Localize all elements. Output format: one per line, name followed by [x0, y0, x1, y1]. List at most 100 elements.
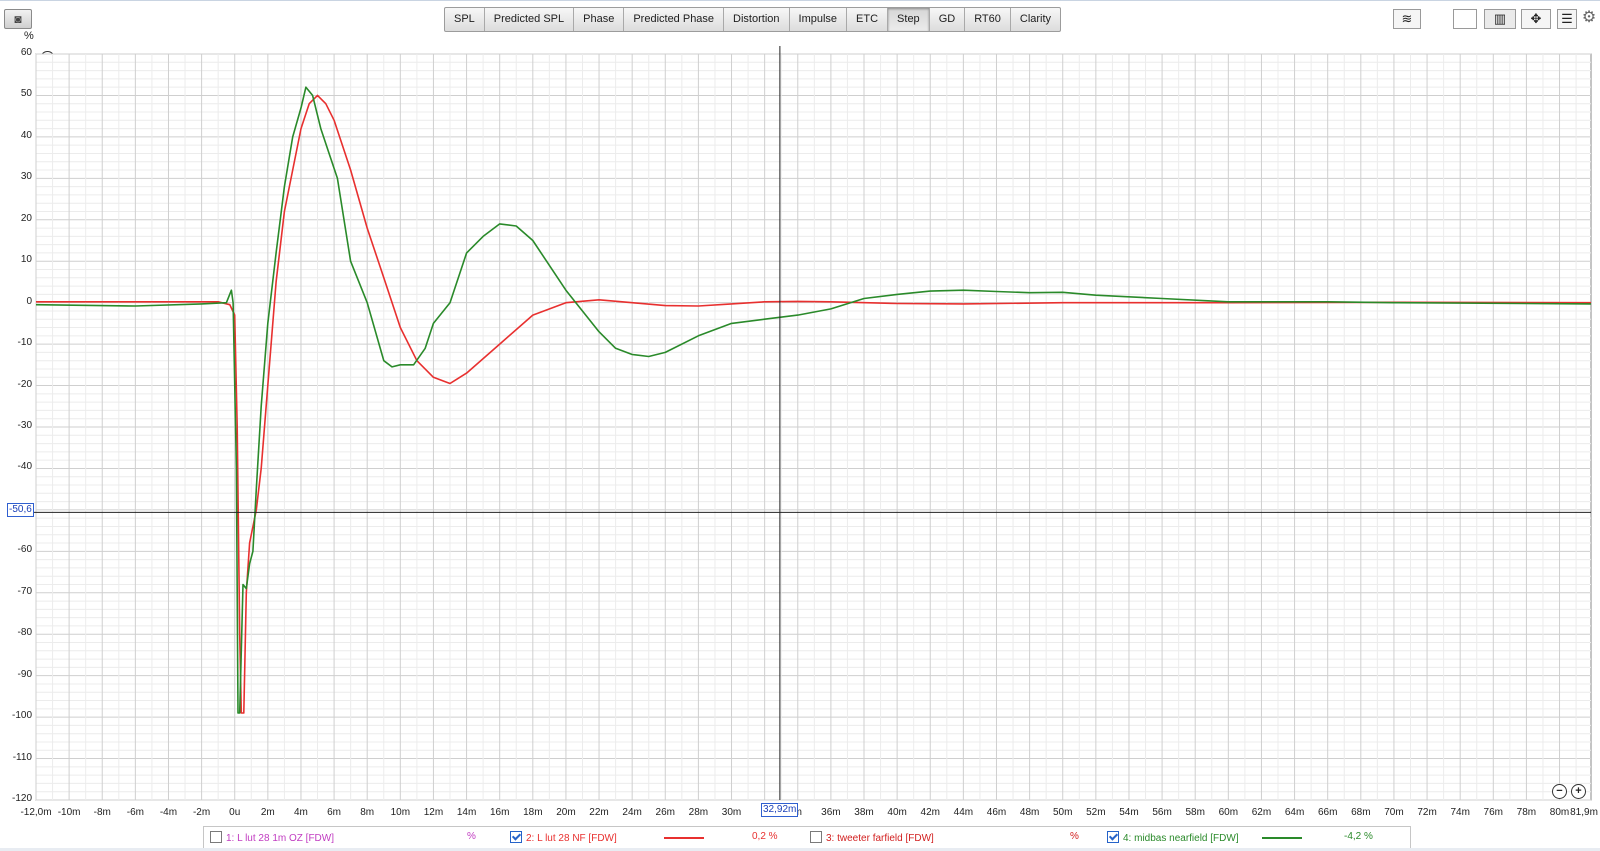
legend-item-4[interactable]: 4: midbas nearfield [FDW] [1107, 831, 1239, 844]
x-tick-label: 78m [1516, 807, 1537, 818]
legend-checkbox-2[interactable] [510, 831, 522, 843]
x-tick-label: -10m [57, 807, 81, 818]
wave-compare-icon[interactable]: ≋ [1393, 9, 1421, 29]
legend-item-2[interactable]: 2: L lut 28 NF [FDW] [510, 831, 617, 844]
list-icon[interactable]: ☰ [1557, 9, 1577, 29]
tab-phase[interactable]: Phase [574, 8, 625, 31]
unit-dropdown[interactable]: % [37, 87, 95, 103]
x-tick-label: 20m [556, 807, 576, 818]
y-tick-label: 30 [20, 171, 32, 183]
y-tick-label: -20 [17, 378, 32, 390]
x-tick-label: -4m [159, 807, 178, 818]
tab-spl[interactable]: SPL [445, 8, 485, 31]
legend-value-3: % [1070, 831, 1079, 842]
y-tick-label: -60 [17, 544, 32, 556]
chart-series [35, 86, 1592, 714]
x-tick-label: 48m [1019, 807, 1040, 818]
legend-line-2 [664, 837, 704, 839]
y-tick-label: 60 [20, 47, 32, 58]
x-tick-label: 10m [390, 807, 411, 818]
legend-bar: 1: L lut 28 1m OZ [FDW] % 2: L lut 28 NF… [203, 826, 1411, 850]
tab-clarity[interactable]: Clarity [1011, 8, 1060, 31]
legend-checkbox-1[interactable] [210, 831, 222, 843]
tab-gd[interactable]: GD [930, 8, 966, 31]
x-zoom-in-icon[interactable]: + [1571, 784, 1586, 799]
tab-predicted-spl[interactable]: Predicted SPL [485, 8, 575, 31]
x-tick-label: 72m [1417, 807, 1437, 818]
x-tick-label: -2m [192, 807, 211, 818]
x-tick-label: 2m [260, 807, 275, 818]
cursor-y-readout: -50,6 [7, 503, 34, 517]
x-tick-label: 81,9m [1570, 807, 1598, 818]
gear-icon[interactable]: ⚙ [1580, 9, 1598, 27]
x-tick-label: 70m [1384, 807, 1404, 818]
x-tick-label: 8m [360, 807, 375, 818]
tab-etc[interactable]: ETC [847, 8, 889, 31]
y-tick-label: 0 [26, 295, 32, 307]
zoom-out-icon[interactable]: − [40, 70, 55, 85]
legend-value-2: 0,2 % [752, 831, 778, 842]
y-tick-label: -70 [17, 585, 32, 597]
x-tick-label: 0u [229, 807, 241, 818]
x-tick-label: 30m [721, 807, 742, 818]
x-tick-label: 4m [294, 807, 308, 818]
y-unit-label: % [24, 30, 34, 42]
legend-label-3: 3: tweeter farfield [FDW] [826, 833, 934, 844]
legend-label-2: 2: L lut 28 NF [FDW] [526, 833, 617, 844]
x-tick-label: 28m [688, 807, 709, 818]
x-zoom-out-icon[interactable]: − [1552, 784, 1567, 799]
tab-predicted-phase[interactable]: Predicted Phase [624, 8, 725, 31]
x-tick-label: 60m [1218, 807, 1239, 818]
tab-impulse[interactable]: Impulse [790, 8, 848, 31]
blank-box-icon[interactable] [1453, 9, 1477, 29]
legend-value-1: % [467, 831, 476, 842]
y-tick-label: -120 [11, 793, 32, 804]
x-tick-label: 62m [1251, 807, 1272, 818]
move-arrows-icon[interactable]: ✥ [1521, 9, 1551, 29]
grid-layout-icon[interactable]: ▥ [1484, 9, 1516, 29]
x-tick-label: 12m [423, 807, 444, 818]
tab-distortion[interactable]: Distortion [724, 8, 790, 31]
top-toolbar: ◙ SPL Predicted SPL Phase Predicted Phase Di… [0, 0, 1600, 37]
x-tick-label: 54m [1119, 807, 1139, 818]
graph-tabs: SPL Predicted SPL Phase Predicted Phase Dist… [444, 7, 1062, 32]
camera-icon[interactable]: ◙ [4, 9, 32, 29]
x-tick-label: 40m [887, 807, 907, 818]
legend-checkbox-3[interactable] [810, 831, 822, 843]
tab-rt60[interactable]: RT60 [965, 8, 1011, 31]
y-tick-label: -30 [17, 420, 32, 431]
series-line-1 [36, 94, 1592, 714]
x-tick-label: 52m [1086, 807, 1106, 818]
x-tick-label: 22m [589, 807, 609, 818]
cursor-x-readout: 32,92m [761, 803, 799, 817]
x-tick-label: 56m [1152, 807, 1172, 818]
x-tick-label: 14m [456, 807, 477, 818]
tab-step[interactable]: Step [888, 8, 930, 31]
y-tick-label: -100 [11, 710, 32, 722]
chart-cursor [10, 46, 1591, 800]
zoom-in-icon[interactable]: + [40, 51, 55, 66]
x-tick-label: 44m [953, 807, 974, 818]
step-response-chart[interactable] [0, 0, 1600, 851]
x-tick-label: 66m [1317, 807, 1338, 818]
plot-area [35, 53, 1592, 801]
x-tick-label: -12,0m [20, 807, 52, 818]
legend-line-4 [1262, 837, 1302, 839]
unit-dropdown-value: % [44, 90, 54, 102]
x-tick-label: 6m [327, 807, 342, 818]
y-tick-label: -10 [17, 337, 32, 349]
x-tick-label: 16m [489, 807, 510, 818]
x-tick-label: -6m [126, 807, 144, 818]
y-tick-label: 40 [20, 129, 32, 141]
y-tick-label: -80 [17, 627, 32, 639]
legend-label-4: 4: midbas nearfield [FDW] [1123, 833, 1239, 844]
x-tick-label: 74m [1450, 807, 1470, 818]
legend-checkbox-4[interactable] [1107, 831, 1119, 843]
x-tick-label: 38m [854, 807, 874, 818]
x-tick-label: 18m [523, 807, 543, 818]
x-tick-label: 58m [1185, 807, 1205, 818]
legend-item-3[interactable]: 3: tweeter farfield [FDW] [810, 831, 934, 844]
legend-value-4: -4,2 % [1344, 831, 1373, 842]
x-tick-label: 64m [1284, 807, 1305, 818]
legend-item-1[interactable]: 1: L lut 28 1m OZ [FDW] [210, 831, 334, 844]
